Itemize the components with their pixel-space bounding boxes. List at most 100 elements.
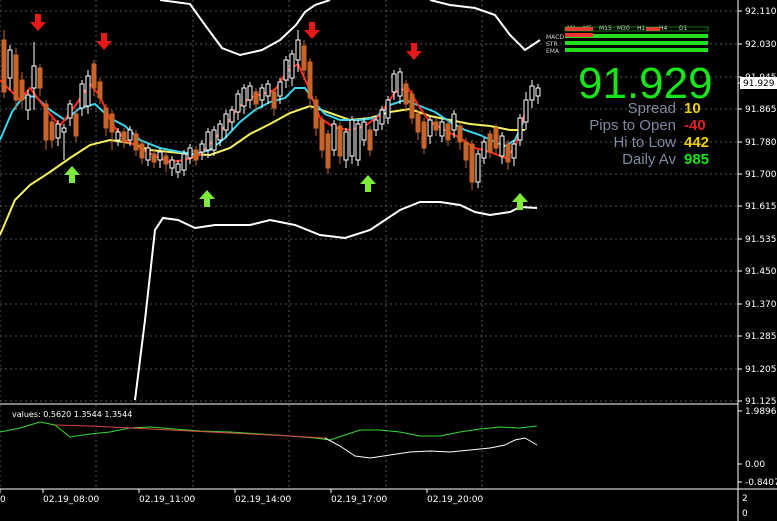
candle-body (265, 83, 271, 97)
candle-body (511, 143, 517, 159)
candle-body (277, 81, 283, 97)
candle-body (37, 67, 43, 89)
candle-body (199, 143, 205, 153)
candle-body (241, 87, 247, 107)
sell-arrow-icon (304, 22, 320, 39)
candle-body (283, 59, 289, 81)
candle-body (229, 109, 235, 123)
candle-body (535, 87, 541, 97)
trend-row-label: EMA (546, 48, 560, 55)
trend-red-segment (565, 27, 593, 31)
candle-body (457, 125, 463, 143)
candle-body (295, 39, 301, 61)
candle-body (505, 143, 511, 163)
candle-body (409, 93, 415, 119)
candle-body (529, 85, 535, 101)
buy-arrow-icon (360, 175, 376, 192)
info-row-value: -40 (684, 117, 706, 134)
sell-arrow-icon (30, 14, 46, 31)
candle-body (469, 143, 475, 183)
candle-body (397, 71, 403, 97)
indicator-main-line (0, 421, 538, 441)
candle-body (91, 63, 97, 89)
candle-body (211, 129, 217, 151)
candle-body (79, 83, 85, 109)
candle-body (433, 121, 439, 131)
time-tick-label: 02.19_20:00 (427, 495, 483, 505)
price-info: 91.929 Spread 10Pips to Open -40Hi to Low 4… (578, 59, 713, 168)
trend-red-segment (646, 27, 660, 31)
candle-body (517, 117, 523, 141)
indicator-tick-label: 0.00 (745, 460, 765, 470)
indicator-tick-label: 1.9896 (745, 407, 777, 417)
buy-arrow-icon (199, 190, 215, 207)
candle-body (481, 141, 487, 159)
candle-body (223, 113, 229, 131)
candle-body (247, 85, 253, 101)
candle-body (55, 123, 61, 139)
info-row-label: Pips to Open (589, 117, 676, 134)
candle-body (451, 113, 457, 131)
candle-body (157, 151, 163, 161)
trend-row-bar (565, 41, 708, 45)
candle-body (445, 123, 451, 141)
candle-body (301, 45, 307, 71)
candle-body (349, 119, 355, 157)
time-tick-label: 02.19_14:00 (235, 495, 291, 505)
candle-body (427, 119, 433, 137)
current-price-tag-text: 91.929 (743, 79, 775, 89)
indicator-tick-label: -0.8407 (745, 478, 777, 488)
candle-body (499, 135, 505, 157)
ma-fast-line (0, 62, 526, 164)
trend-row-bar (565, 48, 708, 52)
buy-arrow-icon (64, 166, 80, 183)
time-tick-label: 02.19_11:00 (139, 495, 195, 505)
time-tick-label: 02.19_17:00 (331, 495, 387, 505)
candle-body (175, 163, 181, 173)
price-axis: 92.11092.03091.94591.86591.78091.70091.6… (737, 0, 777, 521)
candle-body (421, 121, 427, 149)
candle-body (25, 94, 31, 111)
indicator-white-line (324, 437, 538, 459)
chart-canvas[interactable]: 92.11092.03091.94591.86591.78091.70091.6… (0, 0, 777, 521)
trend-table: M1M5M15M30H1H4D1 MACDSTREMA (546, 25, 709, 55)
candle-body (385, 99, 391, 119)
time-axis: 0 02.19_08:00 02.19_11:00 02.19_14:00 02.19_… (0, 489, 483, 505)
price-tick-label: 91.370 (745, 300, 777, 310)
candle-body (493, 127, 499, 149)
candle-body (217, 123, 223, 141)
candle-body (49, 121, 55, 141)
bottom-right-digit-bottom: 0 (742, 509, 748, 519)
candle-body (61, 127, 67, 133)
info-row-value: 442 (684, 134, 709, 151)
candle-body (187, 147, 193, 159)
candle-body (475, 153, 481, 183)
info-row-value: 10 (684, 100, 701, 117)
candle-body (403, 83, 409, 105)
candle-body (373, 119, 379, 131)
candle-body (235, 93, 241, 113)
candle-body (439, 121, 445, 137)
trend-row-label: STR (546, 41, 558, 48)
time-tick-label: 02.19_08:00 (43, 495, 99, 505)
candle-body (487, 133, 493, 153)
candle-body (13, 54, 19, 101)
time-tick-label: 0 (0, 495, 6, 505)
candle-body (19, 79, 25, 101)
candle-body (43, 103, 49, 141)
candle-body (331, 123, 337, 151)
price-tick-label: 91.125 (745, 397, 777, 407)
candle-body (463, 141, 469, 161)
price-tick-label: 91.205 (745, 365, 777, 375)
candle-body (139, 143, 145, 159)
candle-body (313, 99, 319, 129)
price-tick-label: 91.865 (745, 105, 777, 115)
candle-body (307, 61, 313, 99)
candle-body (169, 159, 175, 169)
info-row-label: Spread (628, 100, 676, 117)
info-row-label: Hi to Low (613, 134, 676, 151)
info-row-label: Daily Av (622, 151, 676, 168)
candle-body (103, 107, 109, 129)
candle-body (289, 53, 295, 79)
candle-body (181, 153, 187, 171)
